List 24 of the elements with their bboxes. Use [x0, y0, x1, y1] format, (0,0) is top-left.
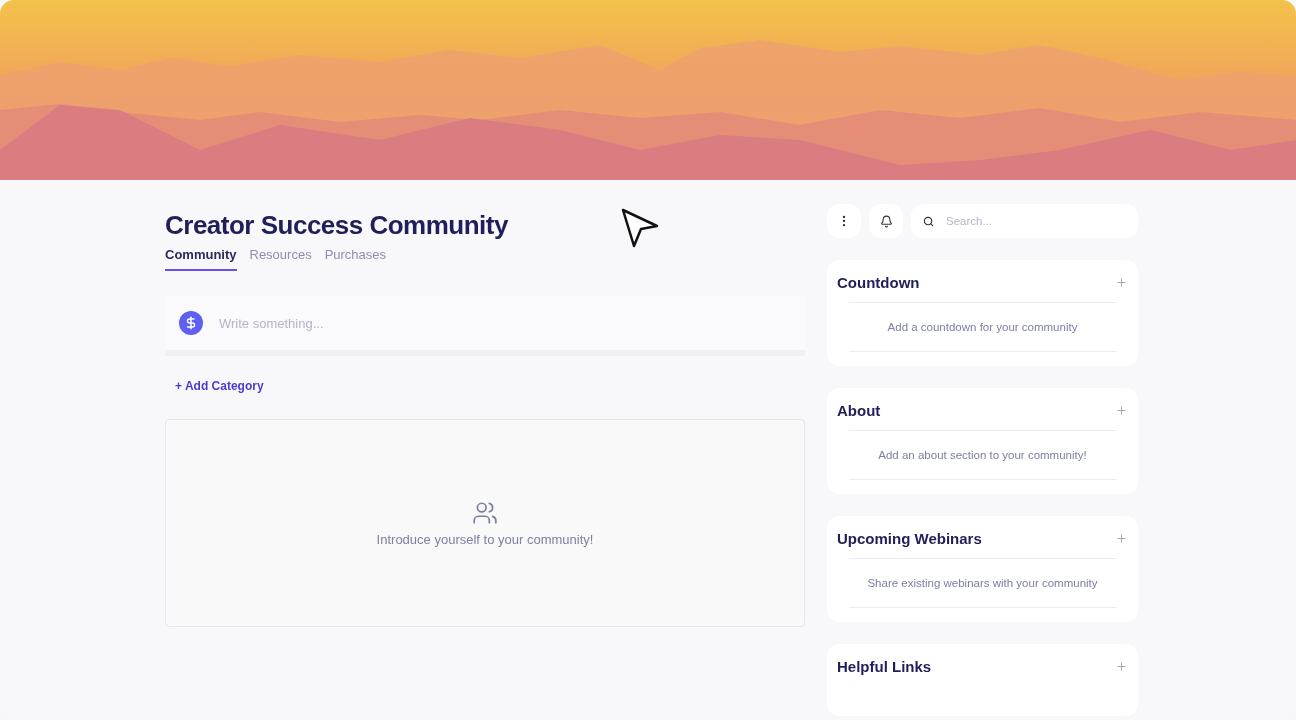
post-input-field[interactable]: Write something...	[217, 314, 791, 332]
widget-description: Share existing webinars with your community	[867, 577, 1098, 589]
community-title: Creator Success Community	[165, 210, 508, 241]
cursor-icon	[621, 208, 659, 248]
bell-icon	[879, 214, 893, 228]
empty-feed-message: Introduce yourself to your community!	[376, 531, 594, 547]
add-button[interactable]	[1115, 275, 1128, 289]
widget-title: Upcoming Webinars	[837, 529, 982, 547]
nav-tab[interactable]: Community	[165, 247, 237, 271]
widget-title: Helpful Links	[837, 657, 932, 675]
people-icon	[472, 499, 498, 526]
add-button[interactable]	[1115, 531, 1128, 545]
widget-description: Add an about section to your community!	[878, 449, 1087, 461]
add-category-link[interactable]: + Add Category	[175, 379, 264, 393]
search-field[interactable]: Search...	[911, 204, 1138, 238]
add-button[interactable]	[1115, 659, 1128, 673]
add-button[interactable]	[1115, 403, 1128, 417]
avatar-icon	[179, 311, 203, 335]
search-icon	[923, 215, 934, 227]
search-input[interactable]: Search...	[944, 214, 1126, 228]
widget-title: About	[837, 401, 881, 419]
widget-title: Countdown	[837, 273, 920, 291]
notifications-button[interactable]	[869, 204, 903, 238]
widget-description: Add a countdown for your community	[887, 321, 1078, 333]
